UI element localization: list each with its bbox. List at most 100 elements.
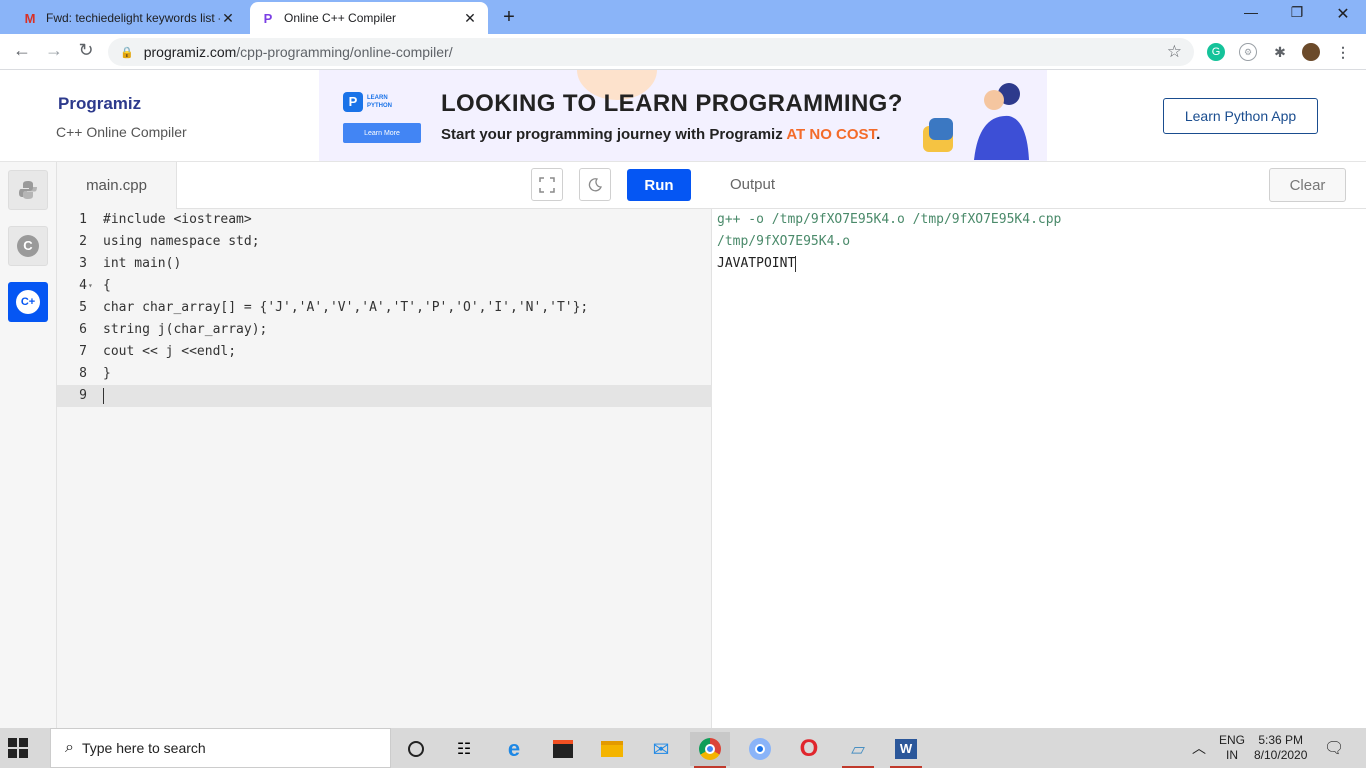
line-number: 9: [79, 388, 87, 403]
cpp-icon: C+: [16, 290, 40, 314]
programiz-logo[interactable]: Programiz: [58, 94, 141, 114]
edge-icon[interactable]: e: [494, 732, 534, 766]
chrome-icon[interactable]: [690, 732, 730, 768]
taskbar-search-box[interactable]: ⌕ Type here to search: [50, 728, 391, 768]
forward-arrow-icon[interactable]: →: [42, 40, 66, 61]
language-sidebar: C C+: [0, 162, 57, 728]
code-area[interactable]: 1 #include <iostream> 2 using namespace st…: [57, 209, 712, 407]
menu-dots-icon[interactable]: ⋮: [1334, 43, 1352, 61]
close-window-icon[interactable]: ✕: [1320, 4, 1366, 24]
code-editor-panel: main.cpp Run 1 #include <iostream> 2 using…: [57, 162, 712, 728]
line-number: 4: [79, 278, 87, 293]
minimize-icon[interactable]: —: [1228, 4, 1274, 20]
banner-subtext-highlight: AT NO COST: [786, 126, 877, 143]
moon-icon: [588, 177, 602, 191]
lock-icon: 🔒: [120, 46, 134, 59]
banner-learn-more-button[interactable]: Learn More: [343, 123, 421, 143]
line-text[interactable]: [103, 385, 104, 407]
code-line: 3 int main(): [57, 253, 712, 275]
line-text[interactable]: #include <iostream>: [103, 209, 252, 231]
extension-icon[interactable]: ⚙: [1239, 43, 1257, 61]
line-text[interactable]: }: [103, 363, 111, 385]
learn-python-logo-icon: P: [343, 92, 363, 112]
banner-subtext: Start your programming journey with Prog…: [441, 126, 880, 143]
word-icon[interactable]: W: [886, 732, 926, 768]
browser-toolbar: ← → ↻ 🔒 programiz.com/cpp-programming/on…: [0, 34, 1366, 70]
file-tab-main-cpp[interactable]: main.cpp: [57, 162, 177, 209]
close-tab-icon[interactable]: ✕: [220, 10, 236, 27]
learn-python-app-button[interactable]: Learn Python App: [1163, 98, 1318, 134]
tab-online-compiler[interactable]: P Online C++ Compiler ✕: [250, 2, 488, 34]
banner-illustration: [923, 83, 1029, 160]
file-explorer-icon[interactable]: [592, 732, 632, 766]
task-view-icon[interactable]: ☷: [444, 732, 484, 766]
line-number: 2: [79, 234, 87, 249]
windows-start-icon[interactable]: [8, 738, 28, 758]
editor-toolbar: main.cpp Run: [57, 162, 712, 209]
code-line: 7 cout << j <<endl;: [57, 341, 712, 363]
line-number: 7: [79, 344, 87, 359]
c-icon: C: [17, 235, 39, 257]
ad-banner[interactable]: P LEARN PYTHON Learn More LOOKING TO LEA…: [319, 70, 1047, 161]
code-line-active: 9: [57, 385, 712, 407]
chrome-canary-icon[interactable]: [740, 732, 780, 766]
clear-button[interactable]: Clear: [1269, 168, 1346, 202]
banner-badge: LEARN PYTHON: [367, 95, 393, 109]
sidebar-item-c[interactable]: C: [8, 226, 48, 266]
new-tab-button[interactable]: +: [498, 6, 520, 29]
dark-mode-button[interactable]: [579, 168, 611, 201]
code-line: 6 string j(char_array);: [57, 319, 712, 341]
notepad-icon[interactable]: ▱: [838, 732, 878, 768]
code-line: 5 char char_array[] = {'J','A','V','A','T…: [57, 297, 712, 319]
line-text[interactable]: using namespace std;: [103, 231, 260, 253]
clock-time: 5:36 PM: [1258, 733, 1304, 747]
back-arrow-icon[interactable]: ←: [10, 40, 34, 61]
run-button[interactable]: Run: [627, 169, 691, 201]
close-tab-icon[interactable]: ✕: [462, 10, 478, 27]
code-line: 1 #include <iostream>: [57, 209, 712, 231]
notifications-icon[interactable]: 🗨: [1324, 728, 1344, 768]
fold-toggle-icon[interactable]: ▾: [88, 275, 93, 297]
puzzle-icon[interactable]: ✱: [1271, 43, 1289, 61]
mail-icon[interactable]: ✉: [641, 732, 681, 766]
language-indicator[interactable]: ENG IN: [1219, 728, 1245, 768]
search-placeholder: Type here to search: [81, 740, 206, 756]
gmail-icon: M: [24, 10, 36, 26]
code-line: 4 ▾ {: [57, 275, 712, 297]
line-number: 8: [79, 366, 87, 381]
region-code: IN: [1226, 748, 1238, 762]
sidebar-item-python[interactable]: [8, 170, 48, 210]
python-icon: [19, 181, 37, 199]
store-icon[interactable]: [543, 732, 583, 766]
profile-avatar[interactable]: [1302, 43, 1320, 61]
opera-icon[interactable]: O: [789, 732, 829, 766]
tab-title: Fwd: techiedelight keywords list -: [46, 11, 220, 25]
bookmark-star-icon[interactable]: ☆: [1167, 42, 1182, 62]
clock[interactable]: 5:36 PM 8/10/2020: [1254, 728, 1307, 768]
banner-subtext-prefix: Start your programming journey with Prog…: [441, 126, 787, 143]
reload-icon[interactable]: ↻: [74, 40, 98, 61]
line-text[interactable]: {: [103, 275, 111, 297]
line-text[interactable]: int main(): [103, 253, 181, 275]
address-bar[interactable]: 🔒 programiz.com/cpp-programming/online-c…: [108, 38, 1194, 66]
language-code: ENG: [1219, 733, 1246, 747]
line-text[interactable]: cout << j <<endl;: [103, 341, 236, 363]
tab-gmail[interactable]: M Fwd: techiedelight keywords list - ✕: [12, 2, 246, 34]
line-number: 3: [79, 256, 87, 271]
tray-chevron-icon[interactable]: ︿: [1192, 728, 1206, 768]
output-console[interactable]: g++ -o /tmp/9fXO7E95K4.o /tmp/9fXO7E95K4…: [717, 209, 1061, 275]
line-text[interactable]: string j(char_array);: [103, 319, 267, 341]
fullscreen-button[interactable]: [531, 168, 563, 201]
output-toolbar: Output Clear: [712, 162, 1366, 209]
clock-date: 8/10/2020: [1254, 748, 1308, 762]
grammarly-icon[interactable]: G: [1207, 43, 1225, 61]
windows-taskbar: ⌕ Type here to search ☷ e ✉ O ▱ W ︿ ENG …: [0, 728, 1366, 768]
output-line: /tmp/9fXO7E95K4.o: [717, 234, 851, 249]
tab-title: Online C++ Compiler: [284, 11, 397, 25]
output-panel: Output Clear g++ -o /tmp/9fXO7E95K4.o /t…: [712, 162, 1366, 728]
cortana-icon[interactable]: [396, 732, 436, 766]
line-text[interactable]: char char_array[] = {'J','A','V','A','T'…: [103, 297, 588, 319]
sidebar-item-cpp[interactable]: C+: [8, 282, 48, 322]
restore-icon[interactable]: ❐: [1274, 4, 1320, 21]
text-cursor: [103, 387, 104, 404]
